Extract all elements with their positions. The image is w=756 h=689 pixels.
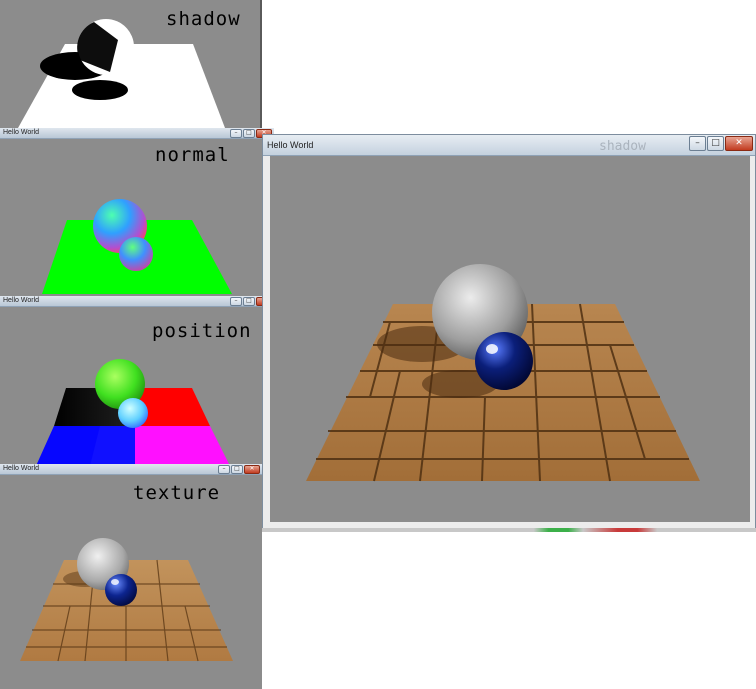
position-label: position <box>152 320 252 342</box>
main-titlebar[interactable]: Hello World shadow – □ ✕ <box>263 135 755 156</box>
close-button[interactable]: ✕ <box>725 136 753 151</box>
shadow-label: shadow <box>166 8 241 30</box>
ghost-shadow-label: shadow <box>599 139 646 154</box>
normal-label: normal <box>155 144 230 166</box>
texture-window: Hello World – □ ✕ texture <box>0 464 262 689</box>
window-title: Hello World <box>267 140 314 150</box>
position-window: Hello World – □ ✕ <box>0 296 274 468</box>
shadow-window: shadow <box>0 0 262 128</box>
main-render <box>270 156 750 522</box>
main-window: Hello World shadow – □ ✕ <box>262 134 756 530</box>
texture-label: texture <box>133 482 221 504</box>
normal-render <box>42 199 232 294</box>
taskbar-strip <box>262 528 756 532</box>
texture-render <box>20 538 233 662</box>
maximize-button[interactable]: □ <box>707 136 724 151</box>
window-edge <box>260 0 262 128</box>
minimize-button[interactable]: – <box>689 136 706 151</box>
normal-window: Hello World – □ ✕ normal <box>0 128 274 298</box>
